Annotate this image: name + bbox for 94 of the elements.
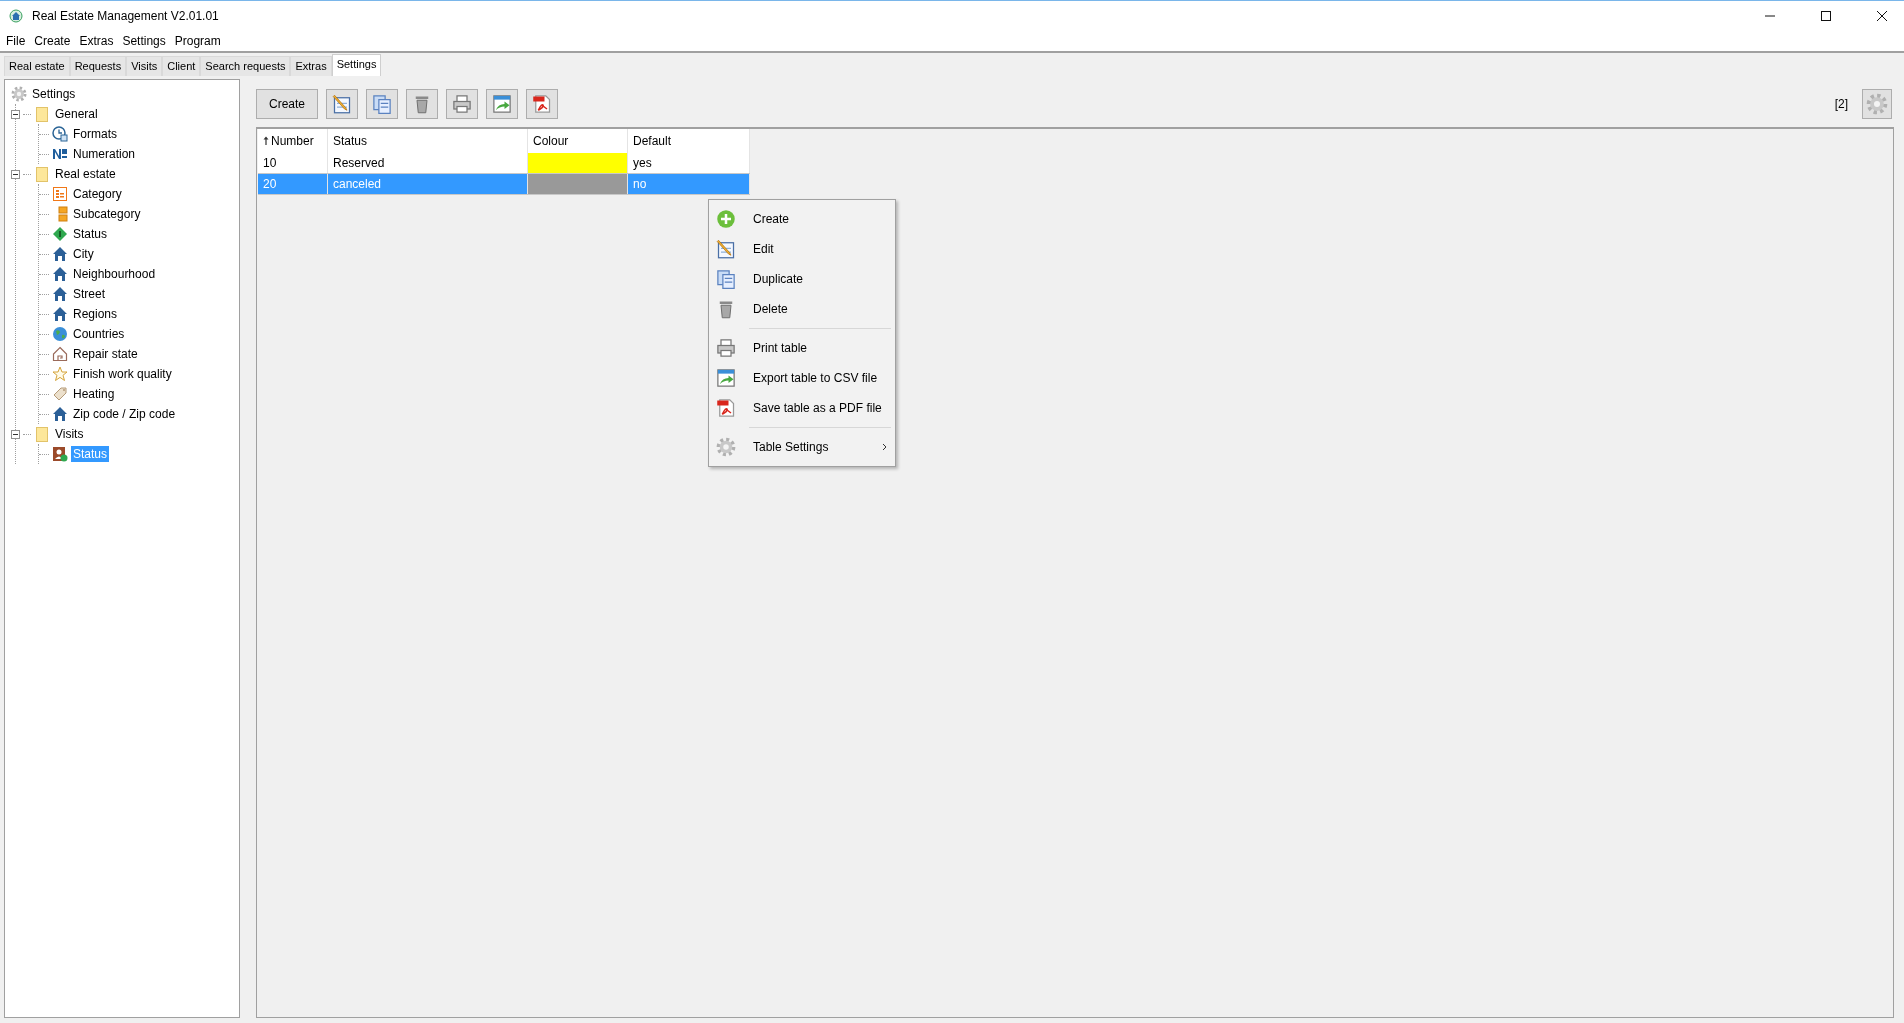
table-cell: 20: [258, 173, 328, 195]
tree-item[interactable]: Subcategory: [71, 206, 143, 222]
table-cell: 10: [258, 153, 328, 174]
collapse-toggle-icon[interactable]: [11, 429, 20, 439]
export-icon: [716, 368, 736, 388]
table-row[interactable]: 10 Reserved yes: [258, 153, 750, 174]
house-icon: [52, 406, 68, 422]
toolbar-button[interactable]: [406, 89, 438, 119]
maximize-icon[interactable]: [1820, 10, 1832, 22]
collapse-toggle-icon[interactable]: [11, 109, 20, 119]
menu-item[interactable]: Settings: [122, 34, 166, 48]
toolbar-button[interactable]: [366, 89, 398, 119]
app-logo-icon: [9, 9, 23, 23]
tab[interactable]: Extras: [290, 56, 332, 76]
tree-item[interactable]: Finish work quality: [71, 366, 174, 382]
table-cell: yes: [627, 153, 750, 174]
tree-item[interactable]: Settings: [30, 86, 78, 102]
tree-item[interactable]: Status: [71, 226, 110, 242]
pdf-file-icon: [716, 398, 736, 418]
menu-item[interactable]: Create: [711, 204, 893, 234]
menu-item[interactable]: Print table: [711, 333, 893, 363]
toolbar-button[interactable]: [526, 89, 558, 119]
tree-item[interactable]: City: [71, 246, 96, 262]
house-outline-icon: [52, 346, 68, 362]
star-icon: [52, 366, 68, 382]
close-icon[interactable]: [1876, 10, 1888, 22]
record-count: [2]: [1834, 97, 1848, 111]
notepad-pencil-icon: [716, 239, 736, 259]
tree-item[interactable]: Numeration: [71, 146, 138, 162]
tag-icon: [52, 386, 68, 402]
folder-icon: [34, 426, 50, 442]
notepad-pencil-icon: [332, 94, 352, 114]
house-icon: [52, 286, 68, 302]
tree-item[interactable]: Formats: [71, 126, 119, 142]
tab[interactable]: Visits: [126, 56, 163, 76]
menu-item[interactable]: Extras: [79, 34, 114, 48]
house-icon: [52, 266, 68, 282]
list-icon: [52, 186, 68, 202]
collapse-toggle-icon[interactable]: [11, 169, 20, 179]
menu-item[interactable]: Delete: [711, 294, 893, 324]
tree-item[interactable]: Repair state: [71, 346, 140, 362]
settings-icon: [1866, 93, 1888, 115]
printer-icon: [716, 338, 736, 358]
column-header[interactable]: Colour: [527, 129, 628, 153]
create-button[interactable]: Create: [256, 89, 318, 119]
folder-icon: [34, 106, 50, 122]
menu-item[interactable]: Program: [174, 34, 221, 48]
tab[interactable]: Client: [162, 56, 201, 76]
table-cell: Reserved: [327, 153, 528, 174]
toolbar-button[interactable]: [446, 89, 478, 119]
table-cell: canceled: [327, 173, 528, 195]
menu-item[interactable]: Duplicate: [711, 264, 893, 294]
menu-item[interactable]: Save table as a PDF file: [711, 393, 893, 423]
toolbar-button[interactable]: [326, 89, 358, 119]
tree-item[interactable]: Heating: [71, 386, 117, 402]
tree-item[interactable]: Countries: [71, 326, 127, 342]
settings-icon: [716, 437, 736, 457]
globe-icon: [52, 326, 68, 342]
tree-item[interactable]: Visits: [53, 426, 86, 442]
tree-item[interactable]: Real estate: [53, 166, 118, 182]
window-title: Real Estate Management V2.01.01: [32, 9, 219, 23]
menu-item[interactable]: Create: [34, 34, 71, 48]
tree-item[interactable]: Street: [71, 286, 107, 302]
pdf-file-icon: [532, 94, 552, 114]
settings-icon: [11, 86, 27, 102]
tab[interactable]: Real estate: [4, 56, 70, 76]
column-header[interactable]: Default: [627, 129, 750, 153]
menu-item[interactable]: Edit: [711, 234, 893, 264]
toolbar-button[interactable]: [486, 89, 518, 119]
number-sign-icon: [52, 146, 68, 162]
export-icon: [492, 94, 512, 114]
diamond-icon: [52, 226, 68, 242]
tree-item[interactable]: Zip code / Zip code: [71, 406, 178, 422]
tree-item[interactable]: Neighbourhood: [71, 266, 158, 282]
tree-item[interactable]: General: [53, 106, 100, 122]
tree-item[interactable]: Category: [71, 186, 124, 202]
tab[interactable]: Search requests: [200, 56, 291, 76]
menu-item[interactable]: Table Settings: [711, 432, 893, 462]
menu-item[interactable]: File: [6, 34, 26, 48]
menu-item[interactable]: Export table to CSV file: [711, 363, 893, 393]
plus-icon: [716, 209, 736, 229]
clock-icon: [52, 126, 68, 142]
house-icon: [52, 306, 68, 322]
column-header[interactable]: Number: [258, 129, 328, 153]
tab[interactable]: Settings: [331, 54, 382, 76]
person-icon: [52, 446, 68, 462]
column-header[interactable]: Status: [327, 129, 528, 153]
printer-icon: [452, 94, 472, 114]
tab[interactable]: Requests: [69, 56, 127, 76]
documents-icon: [716, 269, 736, 289]
documents-icon: [372, 94, 392, 114]
tree-item[interactable]: Regions: [71, 306, 120, 322]
house-icon: [52, 246, 68, 262]
folder-icon: [34, 166, 50, 182]
